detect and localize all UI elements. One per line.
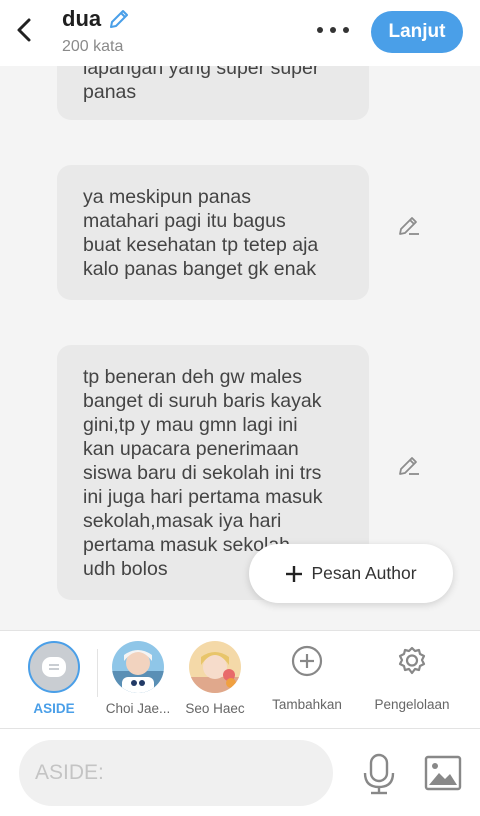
message-bubble[interactable]: ya meskipun panas matahari pagi itu bagu…	[57, 165, 369, 300]
message-input[interactable]	[19, 740, 333, 806]
chat-bubble-icon	[42, 657, 66, 677]
character-bar: ASIDE Choi Jae... Seo Haec Tambahkan Pen…	[0, 630, 480, 728]
add-circle-icon	[291, 645, 323, 677]
top-header: dua 200 kata Lanjut	[0, 0, 480, 66]
icon-wrapper	[281, 641, 333, 681]
word-count: 200 kata	[62, 38, 124, 55]
image-icon[interactable]	[424, 755, 462, 791]
message-bubble[interactable]: lapangan yang super super panas	[57, 66, 369, 120]
more-options-button[interactable]	[312, 14, 354, 46]
avatar	[112, 641, 164, 693]
edit-message-icon[interactable]	[397, 213, 421, 237]
manage-characters-button[interactable]: Pengelolaan	[362, 641, 462, 712]
character-seo[interactable]: Seo Haec	[165, 641, 265, 716]
avatar	[189, 641, 241, 693]
icon-wrapper	[386, 641, 438, 681]
plus-icon	[286, 565, 303, 582]
chat-area[interactable]: lapangan yang super super panas ya meski…	[0, 66, 480, 630]
author-message-button[interactable]: Pesan Author	[249, 544, 453, 603]
back-button[interactable]	[6, 10, 42, 50]
edit-message-icon[interactable]	[397, 453, 421, 477]
microphone-icon[interactable]	[360, 753, 398, 795]
author-message-label: Pesan Author	[311, 563, 417, 583]
back-arrow-icon	[17, 18, 31, 42]
character-label: Tambahkan	[272, 697, 342, 712]
character-label: Pengelolaan	[374, 697, 450, 712]
input-bar	[0, 728, 480, 816]
add-character-button[interactable]: Tambahkan	[257, 641, 357, 712]
title-area: dua 200 kata	[62, 6, 131, 56]
aside-avatar	[28, 641, 80, 693]
story-title: dua	[62, 6, 102, 31]
gear-icon	[398, 646, 426, 675]
edit-title-icon[interactable]	[107, 7, 131, 31]
character-label: Seo Haec	[185, 701, 245, 716]
next-button[interactable]: Lanjut	[371, 11, 463, 53]
more-dots-icon	[317, 27, 349, 33]
